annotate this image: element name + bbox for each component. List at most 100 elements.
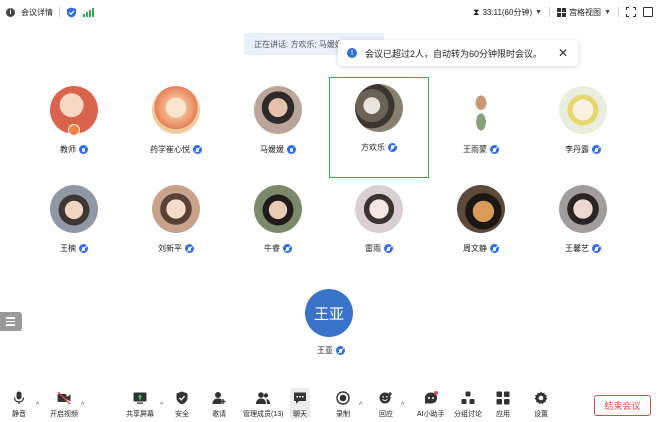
avatar xyxy=(457,185,505,233)
participant-name: 李丹露 xyxy=(565,145,589,154)
mic-muted-icon xyxy=(79,244,88,253)
meeting-timer[interactable]: ⧗ 33:11(60分钟) ▼ xyxy=(473,7,542,18)
settings-label: 设置 xyxy=(534,411,548,418)
participant-tile[interactable]: 马媛媛 xyxy=(228,79,328,179)
participant-tile[interactable]: 李丹露 xyxy=(533,79,633,179)
grid-view-label: 宫格视图 xyxy=(569,7,602,17)
invite-label: 邀请 xyxy=(212,411,226,418)
participant-name-row: 方欢乐 xyxy=(361,142,397,153)
participant-tile[interactable]: 牛睿 xyxy=(228,178,328,278)
reactions-button[interactable]: 回应 xyxy=(379,388,393,419)
participant-tile[interactable]: 王楠 xyxy=(24,178,124,278)
record-label: 录制 xyxy=(336,411,350,418)
info-icon: ! xyxy=(347,48,357,58)
security-label: 安全 xyxy=(175,411,189,418)
chevron-down-icon[interactable]: ▼ xyxy=(535,9,542,16)
time-limit-notice: ! 会议已超过2人，自动转为60分钟限时会议。 ✕ xyxy=(338,40,578,66)
side-panel-toggle[interactable] xyxy=(0,312,22,331)
participant-name-row: 马媛媛 xyxy=(260,144,296,155)
gear-icon xyxy=(534,391,548,405)
participant-tile[interactable]: 王馨艺 xyxy=(533,178,633,278)
avatar xyxy=(254,185,302,233)
ai-assistant-button[interactable]: AI小助手 xyxy=(417,388,445,419)
chevron-up-icon[interactable]: ^ xyxy=(36,402,39,409)
participant-tile[interactable]: 王雨蒙 xyxy=(431,79,531,179)
chevron-up-icon[interactable]: ^ xyxy=(401,402,404,409)
fullscreen-icon[interactable] xyxy=(626,7,636,17)
info-icon[interactable]: i xyxy=(6,7,15,17)
mic-muted-icon xyxy=(193,145,202,154)
sidebar-panel-icon[interactable] xyxy=(643,7,653,17)
breakout-rooms-button[interactable]: 分组讨论 xyxy=(454,388,482,419)
host-badge-icon xyxy=(68,124,80,136)
chevron-up-icon[interactable]: ^ xyxy=(81,402,84,409)
apps-button[interactable]: 应用 xyxy=(496,388,510,419)
participant-name: 教师 xyxy=(60,145,76,154)
share-screen-icon xyxy=(133,392,147,404)
reactions-label: 回应 xyxy=(379,411,393,418)
avatar xyxy=(355,185,403,233)
shield-icon[interactable] xyxy=(66,6,77,18)
avatar xyxy=(355,83,403,132)
participant-name-row: 周文静 xyxy=(463,243,499,254)
participant-tile[interactable]: 刘新平 xyxy=(126,178,226,278)
start-video-button[interactable]: 开启视频 xyxy=(50,388,78,419)
avatar xyxy=(152,185,200,233)
members-icon xyxy=(256,392,271,404)
share-label: 共享屏幕 xyxy=(126,411,154,418)
avatar xyxy=(457,86,505,134)
notice-text: 会议已超过2人，自动转为60分钟限时会议。 xyxy=(365,48,543,59)
participant-name-row: 药学崔心悦 xyxy=(150,144,202,155)
grid-view-dropdown[interactable]: 宫格视图 ▼ xyxy=(557,7,611,18)
chevron-up-icon[interactable]: ^ xyxy=(160,402,163,409)
participant-name-row: 王馨艺 xyxy=(565,243,601,254)
participant-tile[interactable]: 周文静 xyxy=(431,178,531,278)
initials-avatar[interactable]: 王亚 xyxy=(305,289,353,337)
participant-name-row: 李丹露 xyxy=(565,144,601,155)
record-button[interactable]: 录制 xyxy=(336,388,350,419)
avatar xyxy=(152,86,200,134)
top-bar-left: i 会议详情 xyxy=(0,6,94,18)
shield-icon xyxy=(176,391,188,405)
video-off-icon xyxy=(57,391,71,405)
add-user-icon xyxy=(212,392,226,404)
security-button[interactable]: 安全 xyxy=(175,388,189,419)
record-icon xyxy=(336,391,350,405)
participant-tile[interactable]: 雷雨 xyxy=(329,178,429,278)
apps-label: 应用 xyxy=(496,411,510,418)
meeting-details-link[interactable]: 会议详情 xyxy=(21,7,53,18)
participant-name-row: 王楠 xyxy=(60,243,88,254)
participant-name-row: 刘新平 xyxy=(158,243,194,254)
mic-muted-icon xyxy=(185,244,194,253)
mic-muted-icon xyxy=(336,346,345,355)
participant-name: 王雨蒙 xyxy=(463,145,487,154)
invite-button[interactable]: 邀请 xyxy=(212,388,226,419)
chat-label: 聊天 xyxy=(293,411,307,418)
mute-button[interactable]: 静音 xyxy=(12,388,26,419)
chat-button[interactable]: 聊天 xyxy=(290,388,310,419)
mic-muted-icon xyxy=(283,244,292,253)
participant-name: 周文静 xyxy=(463,244,487,253)
end-meeting-button[interactable]: 结束会议 xyxy=(594,395,651,416)
participant-name-row: 雷雨 xyxy=(365,243,393,254)
participant-name-row: 教师 xyxy=(60,144,88,155)
avatar xyxy=(50,185,98,233)
avatar xyxy=(254,86,302,134)
timer-text: 33:11(60分钟) xyxy=(482,7,533,17)
mic-muted-icon xyxy=(388,142,397,152)
apps-icon xyxy=(496,391,510,405)
participant-tile[interactable]: 药学崔心悦 xyxy=(126,79,226,179)
bottom-toolbar: 静音 ^ 开启视频 ^ 共享屏幕 ^ 安全 邀请 管理成员(13) 聊天 录制 … xyxy=(0,388,659,422)
chat-icon xyxy=(294,392,306,404)
close-icon[interactable]: ✕ xyxy=(558,46,568,60)
chevron-up-icon[interactable]: ^ xyxy=(359,402,362,409)
participant-tile[interactable]: 教师 xyxy=(24,79,124,179)
manage-members-button[interactable]: 管理成员(13) xyxy=(243,388,283,419)
share-screen-button[interactable]: 共享屏幕 xyxy=(126,388,154,419)
divider xyxy=(618,7,619,17)
mic-muted-icon xyxy=(490,145,499,154)
settings-button[interactable]: 设置 xyxy=(534,388,548,419)
participant-tile-active-speaker[interactable]: 方欢乐 xyxy=(329,77,429,178)
breakout-rooms-icon xyxy=(461,391,475,404)
participant-name: 王馨艺 xyxy=(565,244,589,253)
